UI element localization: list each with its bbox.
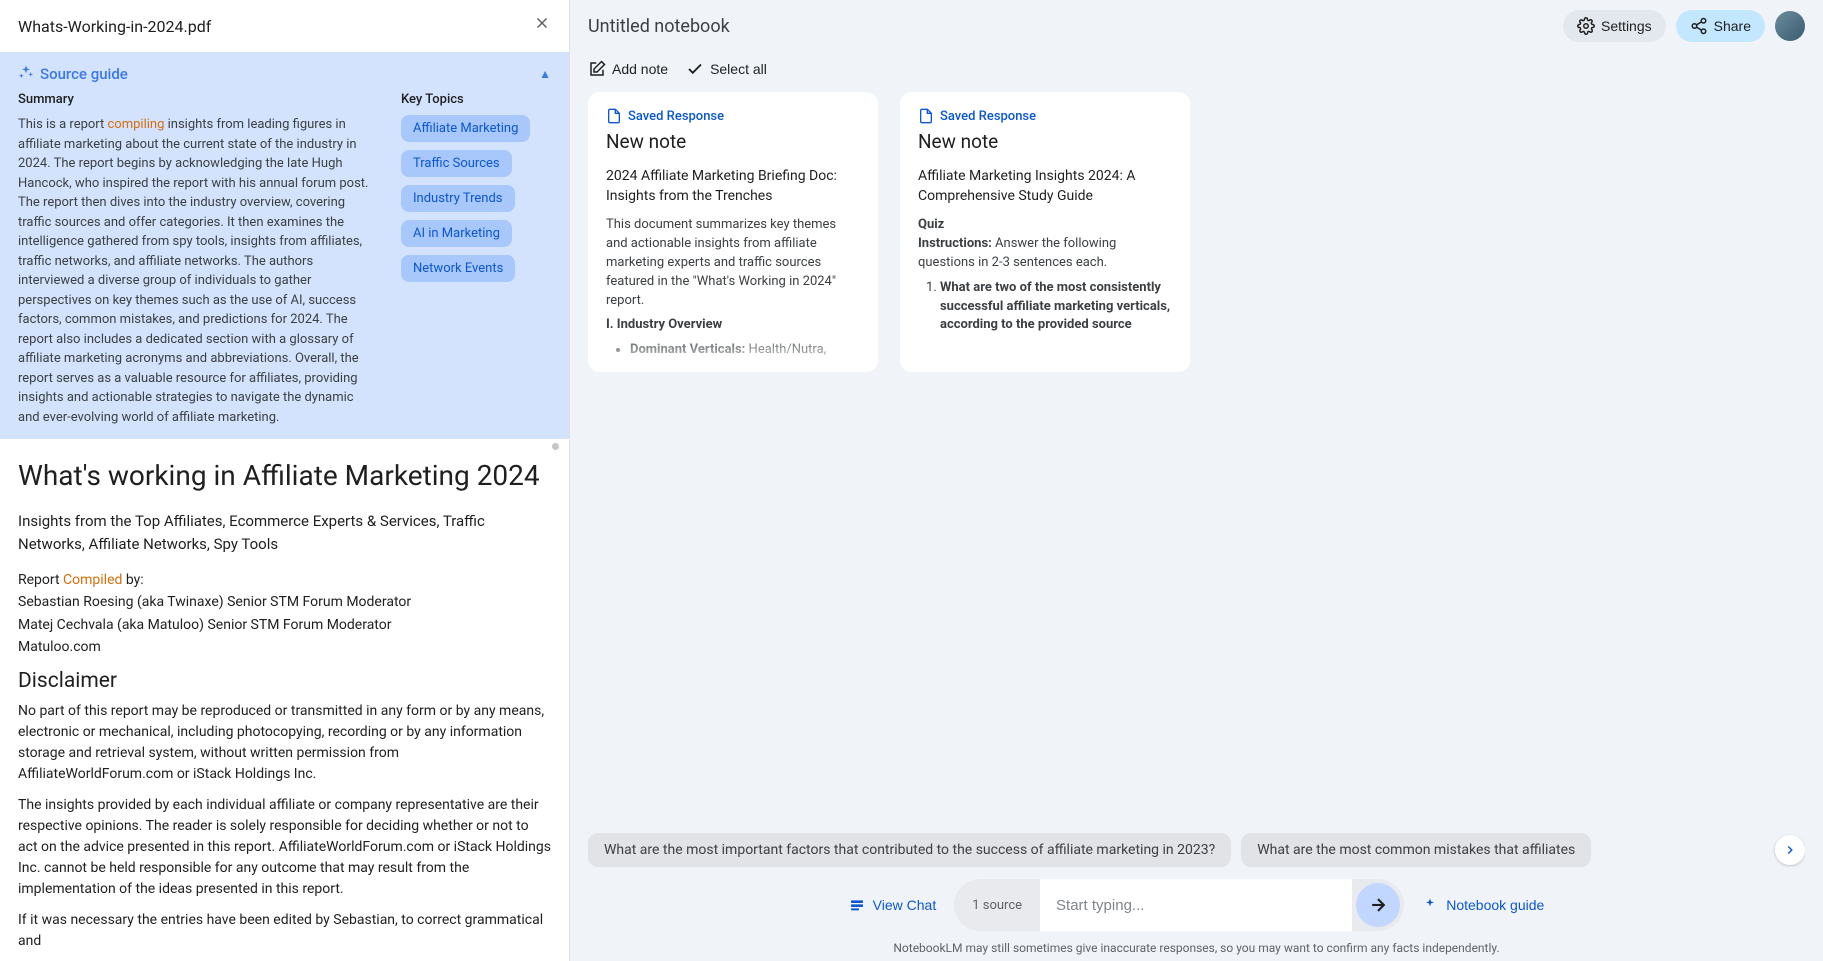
- chat-icon: [849, 897, 865, 913]
- disclaimer-para: The insights provided by each individual…: [18, 795, 551, 900]
- notebook-panel: Untitled notebook Settings Share Add not…: [570, 0, 1823, 961]
- sparkle-icon: [18, 64, 34, 84]
- summary-label: Summary: [18, 92, 377, 107]
- topic-chip[interactable]: Industry Trends: [401, 185, 515, 212]
- note-heading: 2024 Affiliate Marketing Briefing Doc: I…: [606, 167, 860, 206]
- source-count[interactable]: 1 source: [954, 898, 1040, 913]
- suggestion-row: What are the most important factors that…: [588, 833, 1805, 867]
- note-card[interactable]: Saved Response New note 2024 Affiliate M…: [588, 92, 878, 372]
- saved-response-badge: Saved Response: [606, 108, 860, 124]
- source-guide-section: Source guide ▲ Summary This is a report …: [0, 52, 569, 439]
- site-line: Matuloo.com: [18, 636, 551, 658]
- close-icon: [533, 14, 551, 32]
- check-icon: [686, 60, 704, 78]
- next-suggestion-button[interactable]: [1775, 835, 1805, 865]
- notebook-guide-button[interactable]: Notebook guide: [1422, 897, 1544, 913]
- suggestion-chip[interactable]: What are the most important factors that…: [588, 833, 1231, 867]
- source-guide-header[interactable]: Source guide ▲: [18, 64, 551, 84]
- doc-heading: What's working in Affiliate Marketing 20…: [18, 459, 551, 492]
- disclaimer-para: No part of this report may be reproduced…: [18, 701, 551, 785]
- arrow-right-icon: [1368, 895, 1388, 915]
- topic-chip[interactable]: Network Events: [401, 255, 515, 282]
- source-guide-title: Source guide: [40, 65, 128, 83]
- view-chat-button[interactable]: View Chat: [849, 897, 937, 913]
- footer-disclaimer: NotebookLM may still sometimes give inac…: [588, 941, 1805, 955]
- close-button[interactable]: [533, 14, 551, 38]
- user-avatar[interactable]: [1775, 11, 1805, 41]
- note-title: New note: [606, 130, 860, 153]
- key-topics-label: Key Topics: [401, 92, 551, 107]
- compiled-by-line: Report Compiled by:: [18, 569, 551, 591]
- doc-intro: Insights from the Top Affiliates, Ecomme…: [18, 510, 551, 555]
- author-line: Matej Cechvala (aka Matuloo) Senior STM …: [18, 614, 551, 636]
- note-body: Quiz Instructions: Answer the following …: [918, 216, 1172, 335]
- note-body: This document summarizes key themes and …: [606, 216, 860, 360]
- share-icon: [1690, 17, 1708, 35]
- note-icon: [606, 108, 622, 124]
- gear-icon: [1577, 17, 1595, 35]
- author-line: Sebastian Roesing (aka Twinaxe) Senior S…: [18, 591, 551, 613]
- note-icon: [918, 108, 934, 124]
- note-title: New note: [918, 130, 1172, 153]
- share-button[interactable]: Share: [1676, 10, 1765, 42]
- select-all-button[interactable]: Select all: [686, 60, 767, 78]
- chat-input-wrap: 1 source: [954, 879, 1404, 931]
- add-note-icon: [588, 60, 606, 78]
- left-header: Whats-Working-in-2024.pdf: [0, 0, 569, 52]
- file-title: Whats-Working-in-2024.pdf: [18, 17, 211, 36]
- options-dot-icon[interactable]: [552, 443, 559, 450]
- sparkle-icon: [1422, 897, 1438, 913]
- notebook-header: Untitled notebook Settings Share: [570, 0, 1823, 52]
- topic-chip[interactable]: AI in Marketing: [401, 220, 512, 247]
- saved-response-badge: Saved Response: [918, 108, 1172, 124]
- chat-input-row: View Chat 1 source Notebook guide: [588, 879, 1805, 931]
- document-content: What's working in Affiliate Marketing 20…: [0, 439, 569, 961]
- settings-button[interactable]: Settings: [1563, 10, 1666, 42]
- chevron-up-icon[interactable]: ▲: [539, 67, 551, 81]
- notes-toolbar: Add note Select all: [570, 52, 1823, 86]
- notes-area: Saved Response New note 2024 Affiliate M…: [570, 86, 1823, 825]
- add-note-button[interactable]: Add note: [588, 60, 668, 78]
- summary-text: This is a report compiling insights from…: [18, 115, 377, 427]
- note-card[interactable]: Saved Response New note Affiliate Market…: [900, 92, 1190, 372]
- highlighted-word: compiling: [108, 117, 165, 132]
- note-heading: Affiliate Marketing Insights 2024: A Com…: [918, 167, 1172, 206]
- chat-input[interactable]: [1040, 879, 1352, 931]
- topic-chip[interactable]: Affiliate Marketing: [401, 115, 530, 142]
- send-button[interactable]: [1356, 883, 1400, 927]
- notebook-title[interactable]: Untitled notebook: [588, 16, 730, 37]
- left-source-panel: Whats-Working-in-2024.pdf Source guide ▲…: [0, 0, 570, 961]
- disclaimer-para: If it was necessary the entries have bee…: [18, 910, 551, 952]
- bottom-bar: What are the most important factors that…: [570, 825, 1823, 961]
- chevron-right-icon: [1783, 843, 1797, 857]
- suggestion-chip[interactable]: What are the most common mistakes that a…: [1241, 833, 1591, 867]
- disclaimer-heading: Disclaimer: [18, 669, 551, 693]
- topic-chip[interactable]: Traffic Sources: [401, 150, 512, 177]
